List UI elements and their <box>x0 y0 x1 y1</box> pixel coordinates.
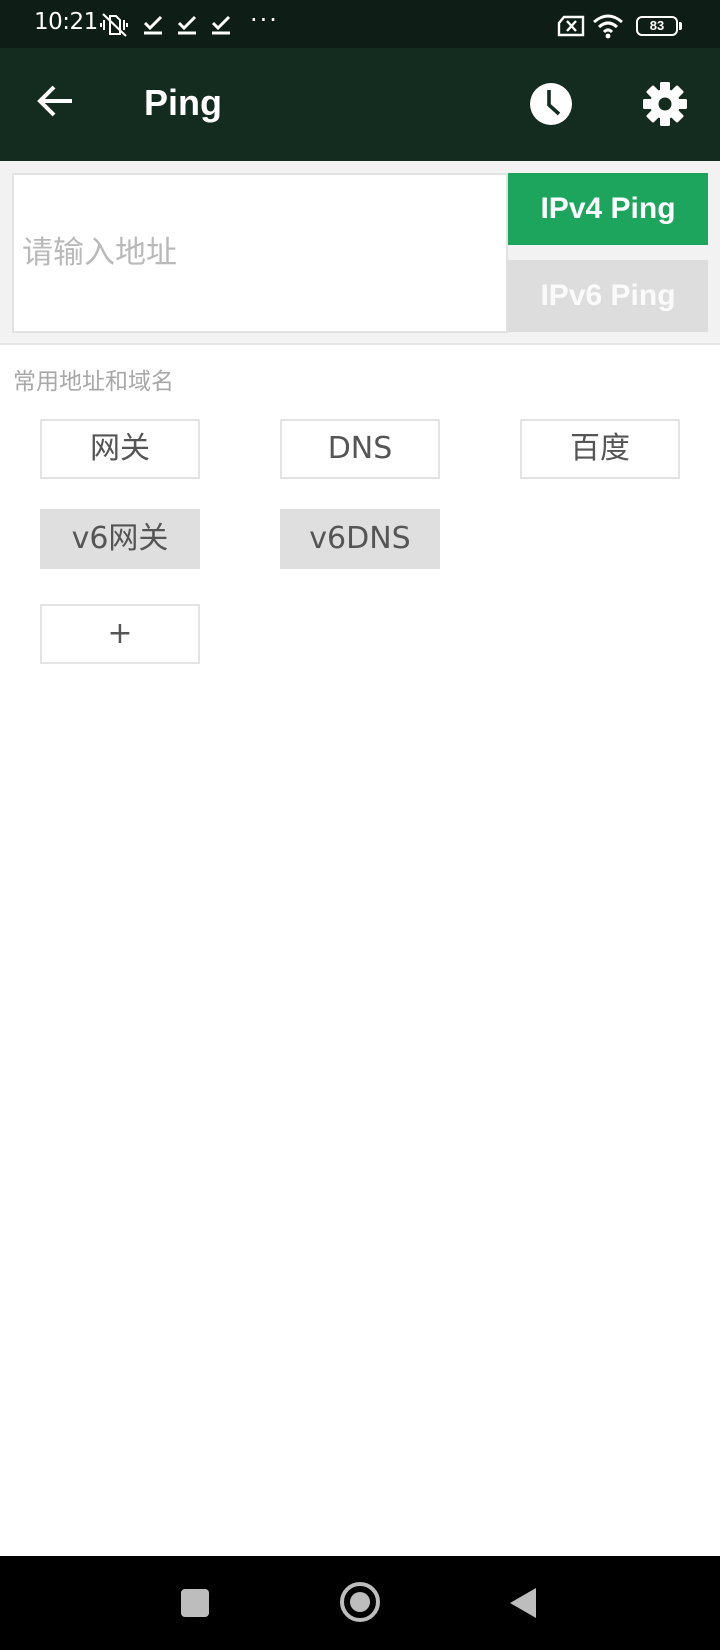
address-input[interactable] <box>12 173 508 333</box>
download-done-icon <box>211 15 231 35</box>
download-done-icon <box>143 15 163 35</box>
gear-icon[interactable] <box>642 81 688 127</box>
chip-baidu[interactable]: 百度 <box>520 419 680 479</box>
home-circle-icon[interactable] <box>339 1581 381 1623</box>
chip-v6-gateway[interactable]: v6网关 <box>40 509 200 569</box>
page-title: Ping <box>144 82 222 123</box>
add-address-button[interactable]: + <box>40 604 200 664</box>
download-done-icon <box>177 15 197 35</box>
chip-v6-dns[interactable]: v6DNS <box>280 509 440 569</box>
more-notifications-icon: ··· <box>250 6 279 34</box>
battery-indicator: 83 <box>636 16 682 36</box>
vibrate-off-icon <box>100 13 128 37</box>
ipv6-ping-button[interactable]: IPv6 Ping <box>508 260 708 332</box>
status-bar: 10:21 ··· 83 <box>0 0 720 48</box>
wifi-icon <box>593 14 623 39</box>
sim-error-icon <box>557 15 585 37</box>
clock-icon[interactable] <box>528 81 574 127</box>
recents-square-icon[interactable] <box>180 1588 210 1618</box>
status-time: 10:21 <box>34 9 98 35</box>
system-nav-bar <box>0 1556 720 1650</box>
chip-dns[interactable]: DNS <box>280 419 440 479</box>
app-bar: Ping <box>0 48 720 161</box>
back-arrow-icon[interactable] <box>36 84 76 118</box>
back-triangle-icon[interactable] <box>508 1586 538 1620</box>
ping-input-panel: IPv4 Ping IPv6 Ping <box>0 161 720 345</box>
chip-gateway[interactable]: 网关 <box>40 419 200 479</box>
section-label: 常用地址和域名 <box>13 369 174 395</box>
ipv4-ping-button[interactable]: IPv4 Ping <box>508 173 708 245</box>
